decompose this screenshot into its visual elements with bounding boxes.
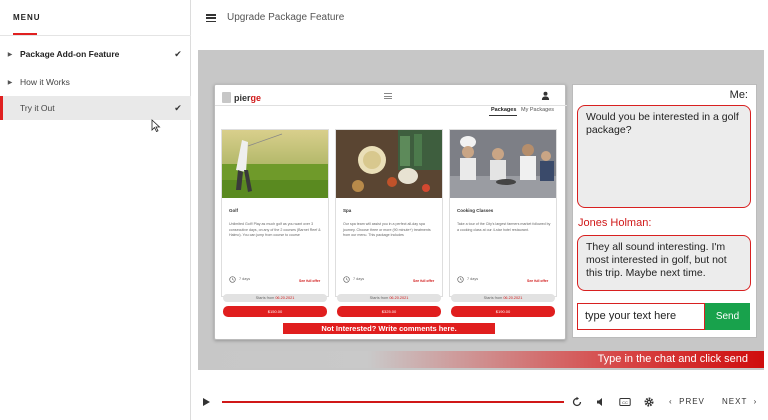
price-button-cooking[interactable]: $190.00 [451,306,555,317]
checkmark-icon: ✔ [174,102,182,113]
captions-icon[interactable]: CC [619,396,631,408]
pierge-logo: pier ge [222,91,261,104]
start-date-pill: Starts from 06.20.2021 [451,294,555,302]
logo-mark-icon [222,92,231,103]
page-title: Upgrade Package Feature [227,12,345,23]
tab-my-packages[interactable]: My Packages [521,107,554,113]
card-duration: 7 days [239,277,251,281]
checkmark-icon: ✔ [174,48,182,59]
menu-title: MENU [13,13,41,22]
see-full-offer-link[interactable]: See full offer [299,279,320,283]
golf-photo [222,130,328,198]
sidebar-item-label: How it Works [20,77,70,87]
card-duration: 7 days [353,277,365,281]
cooking-class-photo [450,130,556,198]
not-interested-button[interactable]: Not Interested? Write comments here. [283,323,495,334]
see-full-offer-link[interactable]: See full offer [413,279,434,283]
send-button[interactable]: Send [705,303,750,330]
sidebar-item-label: Try it Out [20,103,55,113]
start-date-pill: Starts from 06.20.2021 [223,294,327,302]
user-icon[interactable] [541,91,550,100]
sidebar-menu: MENU ▶ Package Add-on Feature ✔ ▶ How it… [0,0,191,420]
package-card-cooking-classes[interactable]: Cooking Classes Take a tour of the City'… [449,129,557,297]
sidebar-item-try-it-out[interactable]: Try it Out ✔ [0,96,191,120]
chat-panel: Me: Would you be interested in a golf pa… [572,84,757,338]
hamburger-menu-icon[interactable] [206,14,216,22]
card-description: Unlimited Golf! Play as much golf as you… [229,222,321,237]
sidebar-item-how-it-works[interactable]: ▶ How it Works [0,70,191,94]
card-duration: 7 days [467,277,479,281]
menu-divider [0,35,191,36]
sidebar-item-label: Package Add-on Feature [20,49,120,59]
svg-text:CC: CC [622,400,628,405]
progress-bar[interactable] [222,401,564,403]
card-description: Take a tour of the City's largest farmer… [457,222,551,232]
clock-icon [343,276,350,283]
caret-right-icon: ▶ [7,51,13,58]
app-hamburger-icon[interactable] [384,93,392,99]
sender-name-label: Jones Holman: [578,217,652,229]
settings-gear-icon[interactable] [643,396,655,408]
see-full-offer-link[interactable]: See full offer [527,279,548,283]
app-mockup: pier ge Packages My Packages Golf Unlimi… [214,84,567,340]
price-button-spa[interactable]: $325.00 [337,306,441,317]
card-name: Cooking Classes [457,208,494,213]
instruction-text: Type in the chat and click send [597,353,748,365]
instruction-bar: Type in the chat and click send [198,351,764,368]
spa-photo [336,130,442,198]
card-name: Golf [229,208,238,213]
replay-icon[interactable] [571,396,583,408]
card-name: Spa [343,208,352,213]
next-button[interactable]: NEXT › [722,397,757,406]
sidebar-item-package-add-on-feature[interactable]: ▶ Package Add-on Feature ✔ [0,42,191,66]
reply-message-bubble: They all sound interesting. I'm most int… [577,235,751,291]
tab-packages[interactable]: Packages [491,107,516,113]
card-description: Our spa team will assist you in a perfec… [343,222,431,237]
me-label: Me: [729,89,748,101]
clock-icon [229,276,236,283]
caret-right-icon: ▶ [7,79,13,86]
package-card-spa[interactable]: Spa Our spa team will assist you in a pe… [335,129,443,297]
price-button-golf[interactable]: $150.00 [223,306,327,317]
play-icon[interactable] [203,398,210,406]
package-card-golf[interactable]: Golf Unlimited Golf! Play as much golf a… [221,129,329,297]
slide-area: pier ge Packages My Packages Golf Unlimi… [198,50,764,370]
prev-button[interactable]: ‹ PREV [669,397,705,406]
clock-icon [457,276,464,283]
chat-text-input[interactable]: type your text here [577,303,705,330]
mouse-cursor-icon [151,119,161,132]
volume-icon[interactable] [595,396,607,408]
start-date-pill: Starts from 06.20.2021 [337,294,441,302]
my-message-bubble: Would you be interested in a golf packag… [577,105,751,208]
